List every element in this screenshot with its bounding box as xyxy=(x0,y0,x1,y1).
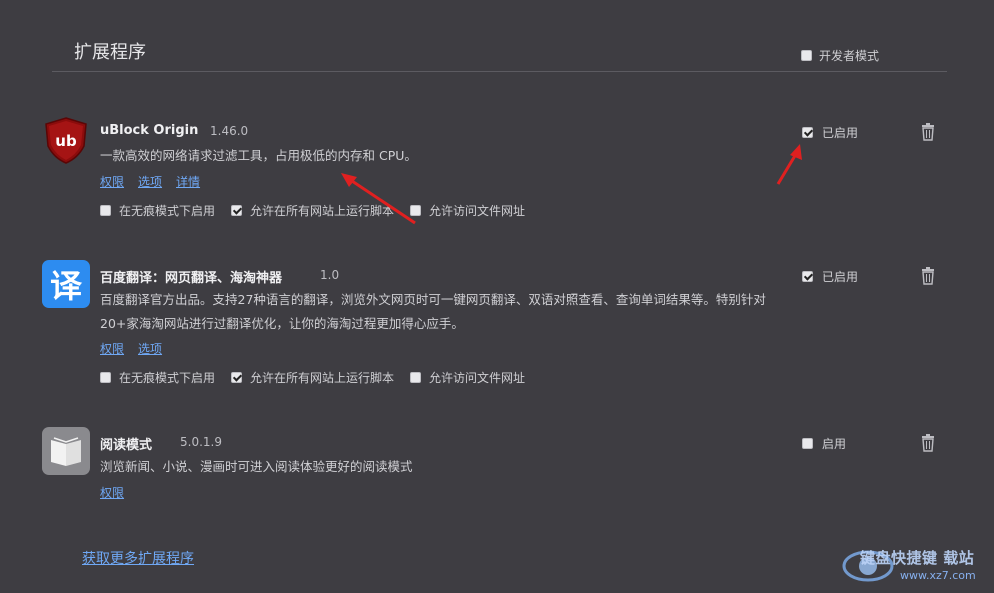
baidu-translate-glyph: 译 xyxy=(49,267,82,305)
extension-options: 在无痕模式下启用 允许在所有网站上运行脚本 允许访问文件网址 xyxy=(100,369,541,386)
extension-description: 百度翻译官方出品。支持27种语言的翻译，浏览外文网页时可一键网页翻译、双语对照查… xyxy=(100,292,766,331)
enabled-toggle[interactable]: 已启用 xyxy=(802,268,858,285)
extension-version: 1.0 xyxy=(320,268,340,282)
page-title: 扩展程序 xyxy=(74,42,146,63)
header-divider xyxy=(52,71,947,72)
incognito-checkbox[interactable] xyxy=(100,372,111,383)
svg-text:ub: ub xyxy=(55,132,77,150)
all-sites-label: 允许在所有网站上运行脚本 xyxy=(250,204,395,218)
enabled-checkbox[interactable] xyxy=(802,438,813,449)
options-link[interactable]: 选项 xyxy=(138,340,162,357)
incognito-option[interactable]: 在无痕模式下启用 xyxy=(100,202,215,219)
options-link[interactable]: 选项 xyxy=(138,173,162,190)
baidu-translate-icon: 译 xyxy=(42,260,90,308)
all-sites-option[interactable]: 允许在所有网站上运行脚本 xyxy=(231,369,394,386)
book-icon xyxy=(42,427,90,475)
enabled-toggle[interactable]: 启用 xyxy=(802,435,846,452)
get-more-extensions-link[interactable]: 获取更多扩展程序 xyxy=(82,548,194,568)
extension-version: 1.46.0 xyxy=(210,124,249,138)
extension-version: 5.0.1.9 xyxy=(180,435,222,449)
extension-links: 权限 选项 xyxy=(100,340,162,357)
trash-icon[interactable] xyxy=(920,123,936,141)
trash-icon[interactable] xyxy=(920,267,936,285)
ublock-shield-icon: ub xyxy=(45,117,87,164)
all-sites-option[interactable]: 允许在所有网站上运行脚本 xyxy=(231,202,394,219)
watermark-text: 键盘快捷键 载站 xyxy=(860,549,975,567)
developer-mode-toggle[interactable]: 开发者模式 xyxy=(801,47,879,64)
permissions-link[interactable]: 权限 xyxy=(100,484,124,501)
extension-name: uBlock Origin xyxy=(100,123,199,138)
permissions-link[interactable]: 权限 xyxy=(100,173,124,190)
enabled-label: 已启用 xyxy=(822,126,859,140)
file-urls-checkbox[interactable] xyxy=(410,205,422,216)
extension-options: 在无痕模式下启用 允许在所有网站上运行脚本 允许访问文件网址 xyxy=(100,202,541,219)
incognito-label: 在无痕模式下启用 xyxy=(119,204,216,218)
enabled-toggle[interactable]: 已启用 xyxy=(802,124,858,141)
all-sites-checkbox[interactable] xyxy=(231,372,243,383)
enabled-checkbox[interactable] xyxy=(802,271,813,282)
all-sites-checkbox[interactable] xyxy=(231,205,243,216)
file-urls-label: 允许访问文件网址 xyxy=(429,204,526,218)
permissions-link[interactable]: 权限 xyxy=(100,340,124,357)
extension-description: 一款高效的网络请求过滤工具，占用极低的内存和 CPU。 xyxy=(100,148,417,163)
incognito-label: 在无痕模式下启用 xyxy=(119,371,216,385)
incognito-option[interactable]: 在无痕模式下启用 xyxy=(100,369,215,386)
extension-name: 百度翻译：网页翻译、海淘神器 xyxy=(100,271,283,286)
file-urls-label: 允许访问文件网址 xyxy=(429,371,526,385)
extension-links: 权限 选项 详情 xyxy=(100,173,200,190)
file-urls-option[interactable]: 允许访问文件网址 xyxy=(410,202,525,219)
enabled-label: 已启用 xyxy=(822,270,859,284)
developer-mode-label: 开发者模式 xyxy=(819,49,880,63)
extension-description: 浏览新闻、小说、漫画时可进入阅读体验更好的阅读模式 xyxy=(100,459,413,474)
details-link[interactable]: 详情 xyxy=(176,173,200,190)
developer-mode-checkbox[interactable] xyxy=(801,50,812,61)
all-sites-label: 允许在所有网站上运行脚本 xyxy=(250,371,395,385)
extension-name: 阅读模式 xyxy=(100,438,153,453)
annotation-arrow-icon xyxy=(341,173,416,225)
enabled-checkbox[interactable] xyxy=(802,127,813,138)
file-urls-option[interactable]: 允许访问文件网址 xyxy=(410,369,525,386)
incognito-checkbox[interactable] xyxy=(100,205,111,216)
extension-links: 权限 xyxy=(100,484,124,501)
watermark-url: www.xz7.com xyxy=(900,569,976,582)
enabled-label: 启用 xyxy=(822,437,847,451)
file-urls-checkbox[interactable] xyxy=(410,372,422,383)
trash-icon[interactable] xyxy=(920,434,936,452)
